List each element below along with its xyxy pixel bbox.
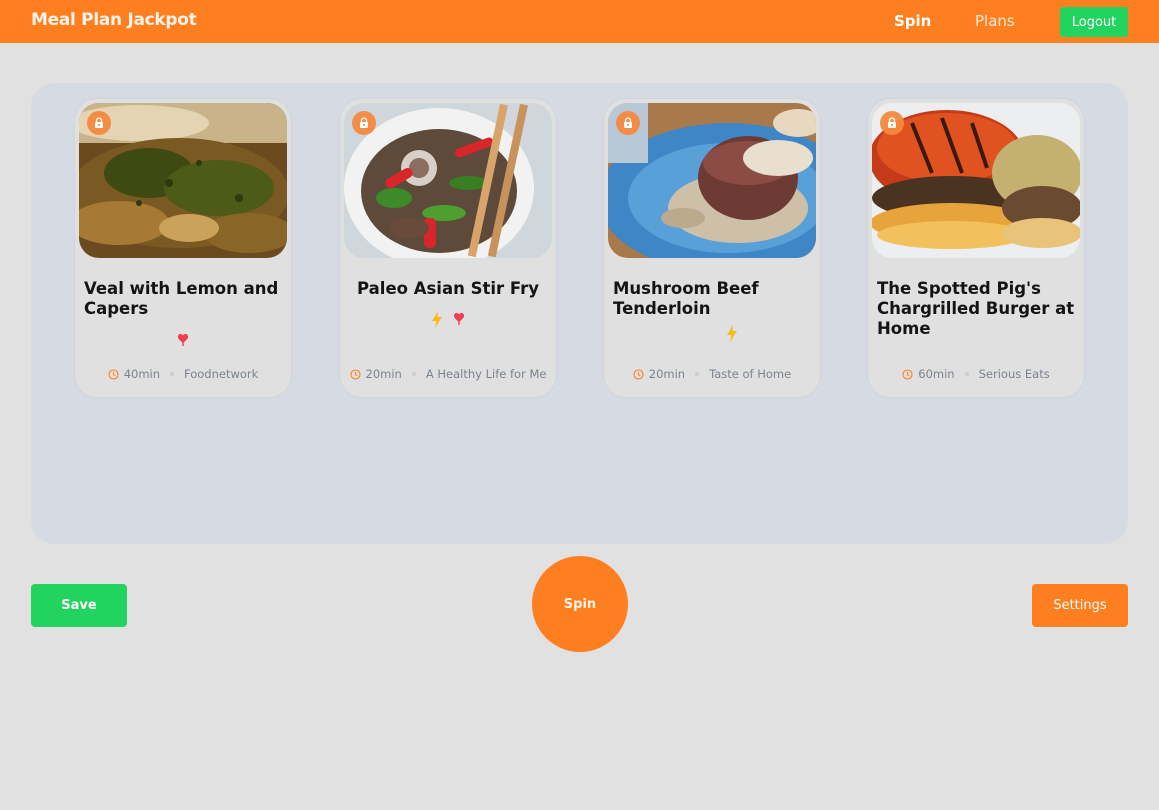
nav-link-plans[interactable]: Plans [975, 12, 1015, 30]
lock-icon[interactable] [880, 111, 904, 135]
recipe-tags [604, 325, 820, 346]
heart-icon [177, 332, 189, 351]
lock-icon[interactable] [616, 111, 640, 135]
recipe-meta: 60min Serious Eats [868, 367, 1084, 381]
recipe-meta: 20min A Healthy Life for Me [340, 367, 556, 381]
recipe-source[interactable]: Serious Eats [979, 367, 1050, 381]
save-button[interactable]: Save [31, 584, 127, 627]
recipe-time: 60min [918, 367, 955, 381]
lock-icon[interactable] [87, 111, 111, 135]
recipe-card-burger[interactable]: The Spotted Pig's Chargrilled Burger at … [868, 99, 1084, 397]
recipe-title: Veal with Lemon and Capers [84, 279, 279, 318]
recipe-card-veal[interactable]: Veal with Lemon and Capers 40min Foodnet… [75, 99, 291, 397]
recipe-tags [340, 311, 556, 332]
separator-dot [695, 372, 700, 376]
recipe-source[interactable]: A Healthy Life for Me [426, 367, 547, 381]
lightning-icon [726, 325, 738, 346]
spin-button[interactable]: Spin [532, 556, 628, 652]
recipe-image-burger[interactable] [872, 103, 1080, 258]
recipe-source[interactable]: Foodnetwork [184, 367, 258, 381]
clock-icon [633, 368, 644, 380]
lock-icon[interactable] [352, 111, 376, 135]
recipe-meta: 20min Taste of Home [604, 367, 820, 381]
recipe-time: 40min [123, 367, 161, 381]
clock-icon [902, 368, 913, 380]
recipe-source[interactable]: Taste of Home [709, 367, 791, 381]
separator-dot [411, 372, 416, 376]
clock-icon [349, 368, 361, 380]
separator-dot [964, 372, 969, 376]
recipe-title: Mushroom Beef Tenderloin [613, 279, 759, 318]
logout-button[interactable]: Logout [1060, 7, 1128, 37]
recipe-time: 20min [648, 367, 686, 381]
recipe-image-beef-tenderloin[interactable] [608, 103, 816, 258]
app-title[interactable]: Meal Plan Jackpot [31, 10, 197, 30]
recipe-tags [75, 332, 291, 351]
recipe-image-stir-fry[interactable] [344, 103, 552, 258]
recipe-title: The Spotted Pig's Chargrilled Burger at … [877, 279, 1075, 338]
recipe-card-stir-fry[interactable]: Paleo Asian Stir Fry 20min A Healthy Lif… [340, 99, 556, 397]
lightning-icon [431, 311, 443, 332]
recipe-card-beef-tenderloin[interactable]: Mushroom Beef Tenderloin 20min Taste of … [604, 99, 820, 397]
heart-icon [453, 311, 465, 332]
top-navbar: Meal Plan Jackpot Spin Plans Logout [0, 0, 1159, 43]
recipe-time: 20min [365, 367, 402, 381]
recipe-title: Paleo Asian Stir Fry [357, 279, 539, 298]
nav-link-spin[interactable]: Spin [894, 12, 931, 30]
separator-dot [170, 372, 175, 376]
recipe-meta: 40min Foodnetwork [75, 367, 291, 381]
settings-button[interactable]: Settings [1032, 584, 1128, 627]
clock-icon [108, 368, 119, 380]
recipe-image-veal[interactable] [79, 103, 287, 258]
